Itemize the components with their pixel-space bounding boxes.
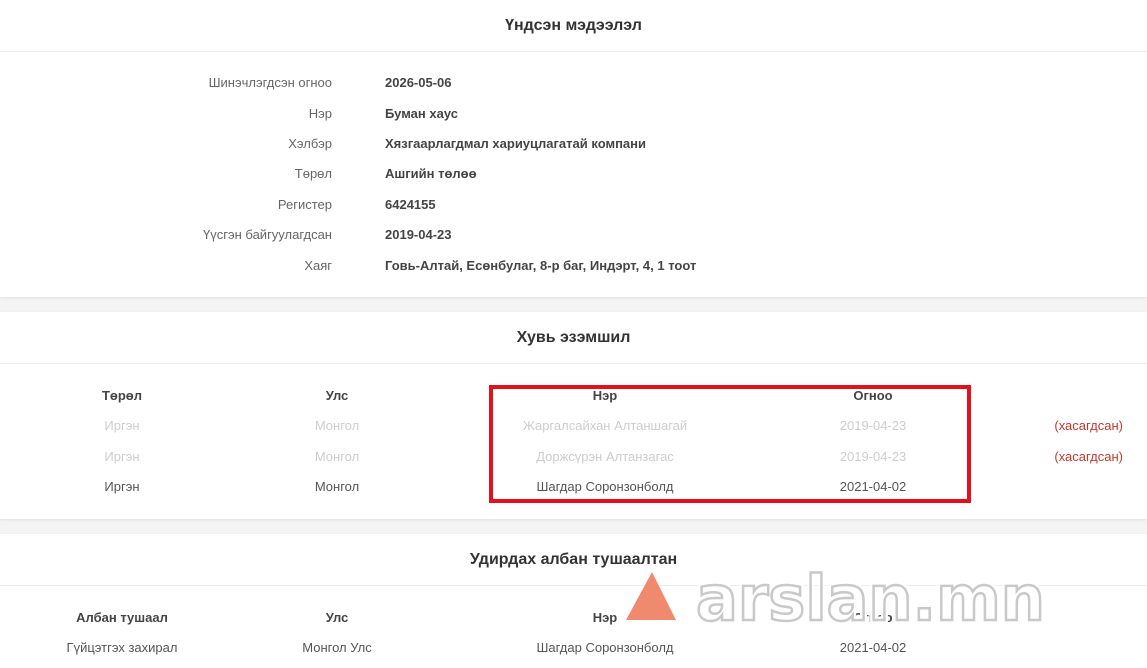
owner-date: 2021-04-02 — [839, 479, 907, 494]
ownership-card: Хувь эзэмшил Төрөл Улс Нэр Огноо Иргэн М… — [0, 312, 1147, 519]
info-value: Хязгаарлагдмал хариуцлагатай компани — [385, 136, 647, 151]
info-row-type: Төрөл Ашгийн төлөө — [0, 164, 1147, 184]
basic-info-title: Үндсэн мэдээлэл — [0, 0, 1147, 52]
column-header-date: Огноо — [853, 388, 893, 403]
removed-status-badge: (хасагдсан) — [1054, 418, 1123, 433]
owner-name: Жаргалсайхан Алтаншагай — [522, 418, 688, 433]
owner-name: Шагдар Соронзонболд — [536, 479, 674, 494]
official-date: 2021-04-02 — [839, 640, 907, 655]
owner-date: 2019-04-23 — [839, 418, 907, 433]
owner-type: Иргэн — [104, 449, 140, 464]
basic-info-card: Үндсэн мэдээлэл Шинэчлэгдсэн огноо 2026-… — [0, 0, 1147, 297]
info-label: Төрөл — [294, 166, 332, 181]
owner-date: 2019-04-23 — [839, 449, 907, 464]
info-value: Ашгийн төлөө — [385, 166, 477, 181]
table-row: Иргэн Монгол Жаргалсайхан Алтаншагай 201… — [0, 416, 1147, 436]
officials-title: Удирдах албан тушаалтан — [0, 534, 1147, 586]
info-row-name: Нэр Буман хаус — [0, 104, 1147, 124]
owner-type: Иргэн — [104, 479, 140, 494]
owner-type: Иргэн — [104, 418, 140, 433]
column-header-position: Албан тушаал — [76, 610, 168, 625]
table-row: Иргэн Монгол Шагдар Соронзонболд 2021-04… — [0, 477, 1147, 497]
column-header-name: Нэр — [592, 610, 618, 625]
column-header-country: Улс — [325, 388, 349, 403]
table-row: Иргэн Монгол Доржсүрэн Алтанзагас 2019-0… — [0, 447, 1147, 467]
info-value: 2026-05-06 — [385, 75, 452, 90]
ownership-title: Хувь эзэмшил — [0, 312, 1147, 364]
removed-status-badge: (хасагдсан) — [1054, 449, 1123, 464]
info-value: 6424155 — [385, 197, 436, 212]
official-name: Шагдар Соронзонболд — [536, 640, 674, 655]
owner-country: Монгол — [314, 449, 360, 464]
column-header-type: Төрөл — [101, 388, 143, 403]
info-label: Нэр — [308, 106, 332, 121]
officials-table-header: Албан тушаал Улс Нэр Огноо — [0, 608, 1147, 628]
column-header-country: Улс — [325, 610, 349, 625]
info-label: Үүсгэн байгуулагдсан — [203, 227, 332, 242]
info-label: Хаяг — [304, 258, 332, 273]
table-row: Гүйцэтгэх захирал Монгол Улс Шагдар Соро… — [0, 638, 1147, 658]
officials-card: Удирдах албан тушаалтан Албан тушаал Улс… — [0, 534, 1147, 668]
info-row-updated: Шинэчлэгдсэн огноо 2026-05-06 — [0, 73, 1147, 93]
info-row-form: Хэлбэр Хязгаарлагдмал хариуцлагатай комп… — [0, 134, 1147, 154]
official-country: Монгол Улс — [302, 640, 372, 655]
official-position: Гүйцэтгэх захирал — [66, 640, 178, 655]
info-value: Буман хаус — [385, 106, 458, 121]
owner-country: Монгол — [314, 418, 360, 433]
info-row-address: Хаяг Говь-Алтай, Есөнбулаг, 8-р баг, Инд… — [0, 256, 1147, 276]
info-value: 2019-04-23 — [385, 227, 452, 242]
info-label: Шинэчлэгдсэн огноо — [208, 75, 332, 90]
column-header-date: Огноо — [853, 610, 893, 625]
info-row-founded: Үүсгэн байгуулагдсан 2019-04-23 — [0, 225, 1147, 245]
info-value: Говь-Алтай, Есөнбулаг, 8-р баг, Индэрт, … — [385, 258, 697, 273]
owner-name: Доржсүрэн Алтанзагас — [536, 449, 674, 464]
info-label: Регистер — [277, 197, 332, 212]
info-row-register: Регистер 6424155 — [0, 195, 1147, 215]
owner-country: Монгол — [314, 479, 360, 494]
info-label: Хэлбэр — [288, 136, 332, 151]
ownership-table-header: Төрөл Улс Нэр Огноо — [0, 386, 1147, 406]
column-header-name: Нэр — [592, 388, 618, 403]
